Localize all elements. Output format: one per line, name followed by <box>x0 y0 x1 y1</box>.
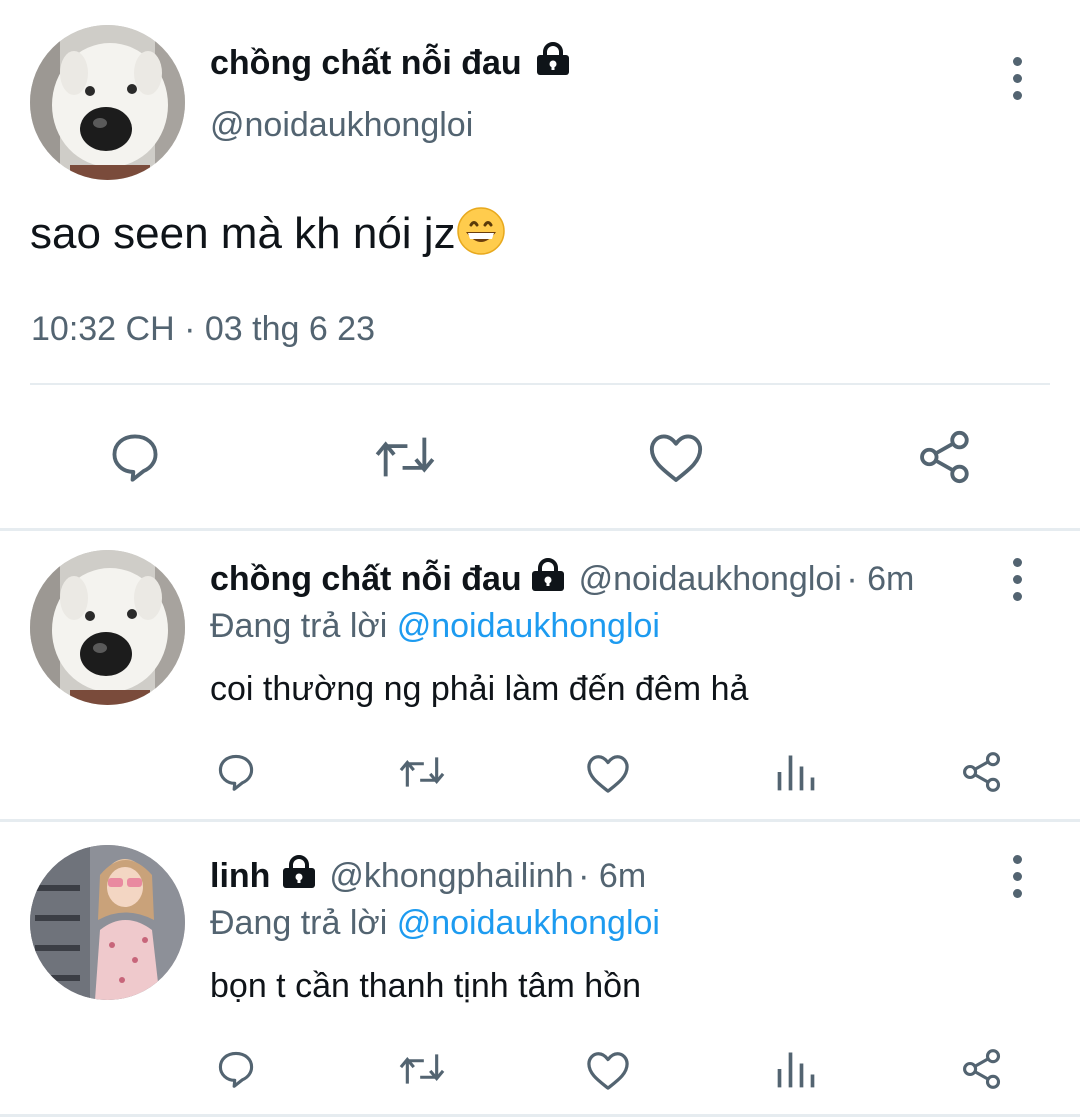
user-handle[interactable]: @khongphailinh <box>329 857 573 895</box>
like-icon[interactable] <box>647 430 705 484</box>
reply-header: chồng chất nỗi đau @noidaukhongloi · 6m <box>210 558 914 599</box>
display-name-text: chồng chất nỗi đau <box>210 44 522 82</box>
analytics-icon[interactable] <box>774 1047 818 1091</box>
like-icon[interactable] <box>585 752 631 794</box>
reply-header: linh @khongphailinh · 6m <box>210 855 646 896</box>
dog-avatar-image <box>30 25 185 180</box>
dog-avatar-image <box>30 550 185 705</box>
reply-icon[interactable] <box>214 750 258 794</box>
divider <box>30 383 1050 385</box>
retweet-icon[interactable] <box>396 1047 448 1091</box>
more-options-icon[interactable] <box>1011 558 1023 609</box>
tweet-text: bọn t cần thanh tịnh tâm hồn <box>210 967 641 1005</box>
display-name[interactable]: chồng chất nỗi đau <box>210 42 571 83</box>
replying-to-link[interactable]: @noidaukhongloi <box>397 607 660 645</box>
grinning-emoji <box>456 206 506 256</box>
retweet-icon[interactable] <box>396 750 448 794</box>
share-icon[interactable] <box>960 750 1004 794</box>
reply-time[interactable]: · 6m <box>846 560 914 598</box>
reply-icon[interactable] <box>106 428 164 486</box>
reply-time[interactable]: · 6m <box>578 857 646 895</box>
girl-avatar-image <box>30 845 185 1000</box>
tweet-text-content: sao seen mà kh nói jz <box>30 209 456 258</box>
lock-icon <box>281 855 317 889</box>
display-name[interactable]: chồng chất nỗi đau <box>210 560 522 598</box>
retweet-icon[interactable] <box>372 428 438 486</box>
analytics-icon[interactable] <box>774 750 818 794</box>
replying-to-link[interactable]: @noidaukhongloi <box>397 904 660 942</box>
share-icon[interactable] <box>916 428 974 486</box>
tweet-text: coi thường ng phải làm đến đêm hả <box>210 670 749 708</box>
replying-prefix: Đang trả lời <box>210 904 388 942</box>
more-options-icon[interactable] <box>1011 57 1023 108</box>
like-icon[interactable] <box>585 1049 631 1091</box>
replying-to: Đang trả lời @noidaukhongloi <box>210 607 660 646</box>
replying-to: Đang trả lời @noidaukhongloi <box>210 904 660 943</box>
tweet-text: sao seen mà kh nói jz <box>30 206 506 259</box>
avatar[interactable] <box>30 550 185 705</box>
replying-prefix: Đang trả lời <box>210 607 388 645</box>
share-icon[interactable] <box>960 1047 1004 1091</box>
reply-icon[interactable] <box>214 1047 258 1091</box>
section-divider <box>0 819 1080 822</box>
lock-icon <box>530 558 566 592</box>
avatar[interactable] <box>30 25 185 180</box>
section-divider <box>0 528 1080 531</box>
section-divider <box>0 1114 1080 1117</box>
display-name[interactable]: linh <box>210 857 270 895</box>
user-handle[interactable]: @noidaukhongloi <box>579 560 842 598</box>
lock-icon <box>535 42 571 76</box>
more-options-icon[interactable] <box>1011 855 1023 906</box>
avatar[interactable] <box>30 845 185 1000</box>
tweet-timestamp[interactable]: 10:32 CH · 03 thg 6 23 <box>31 310 375 349</box>
user-handle[interactable]: @noidaukhongloi <box>210 106 473 145</box>
